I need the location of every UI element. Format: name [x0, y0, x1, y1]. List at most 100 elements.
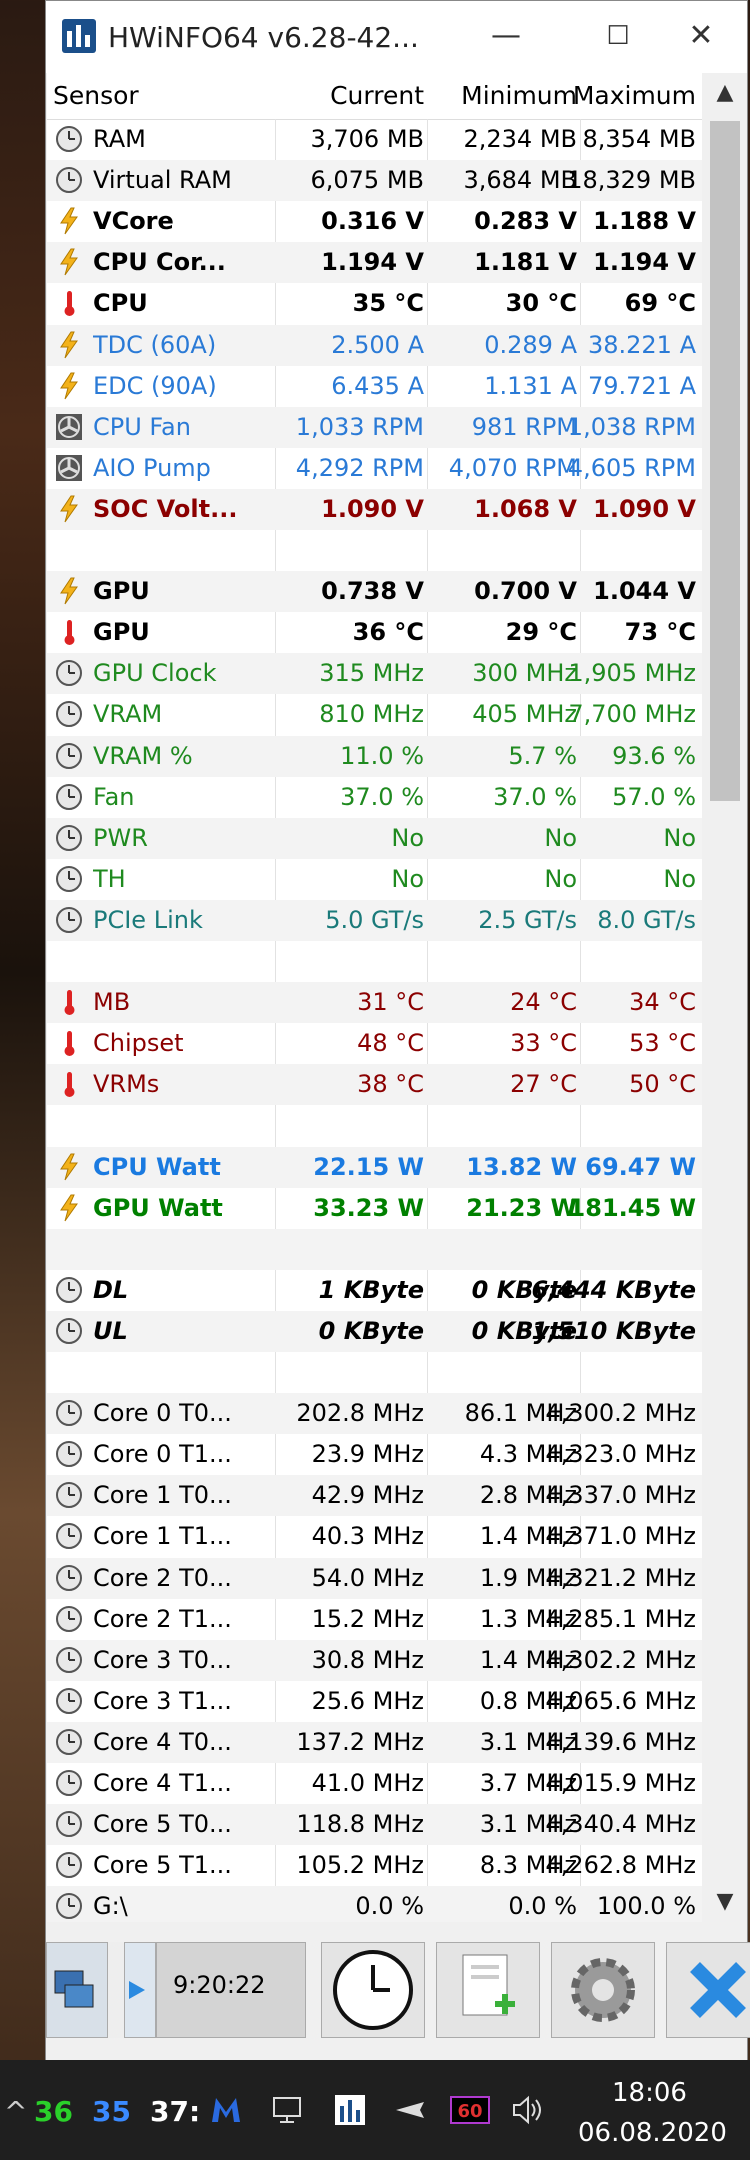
current-value: 137.2 MHz — [296, 1727, 424, 1756]
clock-icon — [55, 1522, 83, 1550]
lightning-icon — [55, 331, 83, 359]
sensor-row[interactable]: Fan 37.0 % 37.0 % 57.0 % — [47, 777, 702, 818]
malwarebytes-icon[interactable] — [208, 2092, 244, 2128]
clock-time[interactable]: 18:06 — [612, 2078, 687, 2108]
sensor-row[interactable]: VRAM % 11.0 % 5.7 % 93.6 % — [47, 735, 702, 777]
sensor-group-separator[interactable] — [47, 1105, 702, 1146]
current-value: 4,292 RPM — [295, 453, 424, 482]
maximum-value: 8.0 GT/s — [597, 905, 696, 934]
sensor-group-separator[interactable] — [47, 530, 702, 571]
sensor-row[interactable]: Core 3 T0... 30.8 MHz 1.4 MHz 4,302.2 MHz — [47, 1639, 702, 1681]
sensor-row[interactable]: CPU Watt 22.15 W 13.82 W 69.47 W — [47, 1146, 702, 1188]
sensor-group-separator[interactable] — [47, 941, 702, 982]
sensor-row[interactable]: Core 0 T1... 23.9 MHz 4.3 MHz 4,323.0 MHz — [47, 1434, 702, 1475]
vertical-scrollbar[interactable]: ▲ ▼ — [704, 73, 746, 1922]
exit-button[interactable] — [666, 1942, 750, 2038]
clock-button[interactable] — [321, 1942, 425, 2038]
clock-icon — [55, 1892, 83, 1920]
sensor-row[interactable]: PCIe Link 5.0 GT/s 2.5 GT/s 8.0 GT/s — [47, 899, 702, 941]
tray-temp-2[interactable]: 35 — [92, 2095, 131, 2128]
sensor-row[interactable]: TH No No No — [47, 859, 702, 900]
sensor-group-separator[interactable] — [47, 1228, 702, 1270]
sensor-group-separator[interactable] — [47, 1352, 702, 1393]
sensor-row[interactable]: VCore 0.316 V 0.283 V 1.188 V — [47, 201, 702, 242]
sensor-row[interactable]: GPU Watt 33.23 W 21.23 W 181.45 W — [47, 1188, 702, 1229]
sensor-row[interactable]: Core 4 T1... 41.0 MHz 3.7 MHz 4,015.9 MHz — [47, 1763, 702, 1804]
sensor-row[interactable]: EDC (90A) 6.435 A 1.131 A 79.721 A — [47, 366, 702, 407]
volume-icon[interactable] — [510, 2092, 546, 2128]
sensor-row[interactable]: VRMs 38 °C 27 °C 50 °C — [47, 1064, 702, 1106]
sensor-row[interactable]: Core 3 T1... 25.6 MHz 0.8 MHz 4,065.6 MHz — [47, 1681, 702, 1722]
header-current[interactable]: Current — [330, 81, 424, 110]
sensor-name: Core 5 T1... — [93, 1851, 232, 1880]
title-bar[interactable]: HWiNFO64 v6.28-42... — ☐ ✕ — [46, 1, 747, 73]
sensor-row[interactable]: AIO Pump 4,292 RPM 4,070 RPM 4,605 RPM — [47, 448, 702, 489]
sensor-row[interactable]: GPU 0.738 V 0.700 V 1.044 V — [47, 571, 702, 613]
hwinfo-tray-icon[interactable] — [332, 2092, 368, 2128]
sensor-row[interactable]: TDC (60A) 2.500 A 0.289 A 38.221 A — [47, 324, 702, 366]
sensor-row[interactable]: Core 5 T0... 118.8 MHz 3.1 MHz 4,340.4 MHz — [47, 1804, 702, 1846]
sensor-row[interactable]: Core 4 T0... 137.2 MHz 3.1 MHz 4,139.6 MHz — [47, 1721, 702, 1763]
sensor-row[interactable]: CPU 35 °C 30 °C 69 °C — [47, 283, 702, 324]
airplane-icon[interactable] — [392, 2092, 428, 2128]
header-minimum[interactable]: Minimum — [461, 81, 577, 110]
maximum-value: 4,371.0 MHz — [545, 1522, 696, 1551]
header-sensor[interactable]: Sensor — [53, 81, 139, 110]
sensor-row[interactable]: Core 1 T1... 40.3 MHz 1.4 MHz 4,371.0 MHz — [47, 1516, 702, 1557]
minimum-value: 1.181 V — [474, 248, 577, 277]
maximum-value: 1.194 V — [593, 248, 696, 277]
clock-icon — [55, 1851, 83, 1879]
sensor-name: PWR — [93, 823, 148, 852]
sensor-row[interactable]: GPU 36 °C 29 °C 73 °C — [47, 612, 702, 653]
network-computers-icon[interactable] — [46, 1942, 108, 2038]
clock-date[interactable]: 06.08.2020 — [578, 2118, 727, 2148]
minimum-value: No — [544, 823, 577, 852]
clock-icon — [55, 824, 83, 852]
sensor-row[interactable]: Core 2 T1... 15.2 MHz 1.3 MHz 4,285.1 MHz — [47, 1599, 702, 1640]
network-icon[interactable] — [270, 2092, 306, 2128]
arrow-right-icon[interactable] — [124, 1942, 156, 2038]
minimum-value: 2.5 GT/s — [478, 905, 577, 934]
sensor-row[interactable]: DL 1 KByte 0 KByte 6,444 KByte — [47, 1270, 702, 1311]
current-value: 202.8 MHz — [296, 1399, 424, 1428]
sensor-row[interactable]: Core 5 T1... 105.2 MHz 8.3 MHz 4,262.8 MHz — [47, 1845, 702, 1886]
scroll-down-arrow-icon[interactable]: ▼ — [704, 1882, 746, 1922]
lightning-icon — [55, 207, 83, 235]
sensor-row[interactable]: SOC Volt... 1.090 V 1.068 V 1.090 V — [47, 488, 702, 530]
maximum-value: 4,340.4 MHz — [545, 1810, 696, 1839]
maximum-value: 1,510 KByte — [531, 1316, 696, 1345]
sensor-row[interactable]: CPU Fan 1,033 RPM 981 RPM 1,038 RPM — [47, 406, 702, 448]
sensor-row[interactable]: PWR No No No — [47, 817, 702, 859]
close-button[interactable]: ✕ — [666, 11, 736, 61]
show-hidden-icons-chevron[interactable]: ^ — [4, 2095, 27, 2128]
gpu-badge-icon[interactable]: 60 — [450, 2096, 490, 2124]
report-button[interactable] — [436, 1942, 540, 2038]
sensor-row[interactable]: G:\ 0.0 % 0.0 % 100.0 % — [47, 1886, 702, 1922]
scrollbar-thumb[interactable] — [710, 121, 740, 801]
header-maximum[interactable]: Maximum — [573, 81, 696, 110]
sensor-row[interactable]: CPU Cor... 1.194 V 1.181 V 1.194 V — [47, 242, 702, 284]
minimize-button[interactable]: — — [471, 11, 541, 61]
sensor-row[interactable]: UL 0 KByte 0 KByte 1,510 KByte — [47, 1310, 702, 1352]
tray-temp-3[interactable]: 37: — [150, 2095, 200, 2128]
current-value: 105.2 MHz — [296, 1851, 424, 1880]
sensor-row[interactable]: RAM 3,706 MB 2,234 MB 8,354 MB — [47, 119, 702, 160]
sensor-row[interactable]: MB 31 °C 24 °C 34 °C — [47, 982, 702, 1024]
maximize-button[interactable]: ☐ — [583, 11, 653, 61]
clock-icon — [55, 1317, 83, 1345]
sensor-row[interactable]: VRAM 810 MHz 405 MHz 7,700 MHz — [47, 694, 702, 735]
sensor-row[interactable]: Chipset 48 °C 33 °C 53 °C — [47, 1023, 702, 1064]
sensor-row[interactable]: Core 1 T0... 42.9 MHz 2.8 MHz 4,337.0 MHz — [47, 1475, 702, 1517]
current-value: 40.3 MHz — [311, 1522, 424, 1551]
sensor-list[interactable]: Sensor Current Minimum Maximum RAM 3,706 … — [47, 73, 702, 1922]
sensor-row[interactable]: GPU Clock 315 MHz 300 MHz 1,905 MHz — [47, 653, 702, 695]
sensor-row[interactable]: Virtual RAM 6,075 MB 3,684 MB 18,329 MB — [47, 160, 702, 202]
tray-temp-1[interactable]: 36 — [34, 2095, 73, 2128]
maximum-value: 1,905 MHz — [568, 659, 696, 688]
sensor-row[interactable]: Core 0 T0... 202.8 MHz 86.1 MHz 4,300.2 MHz — [47, 1393, 702, 1435]
sensor-name: Core 4 T1... — [93, 1769, 232, 1797]
minimum-value: 24 °C — [510, 988, 577, 1017]
scroll-up-arrow-icon[interactable]: ▲ — [704, 73, 746, 113]
sensor-row[interactable]: Core 2 T0... 54.0 MHz 1.9 MHz 4,321.2 MHz — [47, 1557, 702, 1599]
settings-button[interactable] — [551, 1942, 655, 2038]
